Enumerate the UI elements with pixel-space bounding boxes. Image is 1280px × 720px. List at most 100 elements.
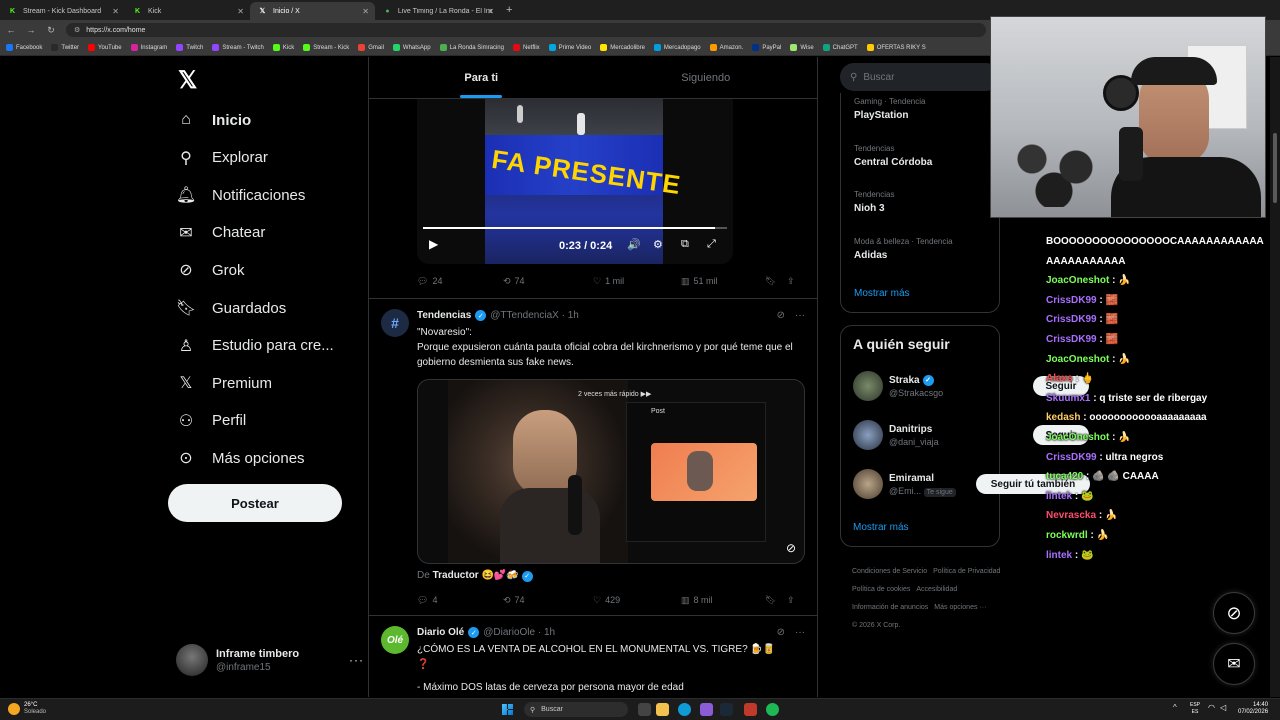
author-handle[interactable]: @DiarioOle · 1h: [483, 627, 555, 638]
bookmark-item[interactable]: Amazon.: [709, 44, 743, 51]
nav-item-inicio[interactable]: ⌂ Inicio: [176, 107, 251, 133]
bookmark-item[interactable]: WhatsApp: [392, 44, 431, 51]
url-input[interactable]: ⚙ https://x.com/home: [66, 23, 986, 37]
avatar[interactable]: #: [381, 309, 409, 337]
bookmark-item[interactable]: PayPal: [752, 44, 781, 51]
nav-item-notificaciones[interactable]: 🔔︎ Notificaciones: [176, 182, 306, 208]
chevron-up-icon[interactable]: ^: [1173, 703, 1177, 712]
author-name[interactable]: Diario Olé: [417, 627, 464, 638]
x-logo-icon[interactable]: 𝕏: [178, 66, 197, 95]
bookmark-item[interactable]: Twitch: [176, 44, 203, 51]
bookmark-item[interactable]: Prime Video: [548, 44, 591, 51]
share-icon[interactable]: ⇪: [787, 276, 795, 287]
footer-link[interactable]: Accesibilidad: [916, 586, 957, 593]
site-info-icon[interactable]: ⚙: [74, 26, 80, 34]
browser-tab[interactable]: K Kick ✕: [125, 2, 250, 20]
views-button[interactable]: ▥ 51 mil: [681, 276, 765, 287]
browser-tab[interactable]: ●Live Timing / La Ronda - El Instituto✕: [375, 2, 500, 20]
bookmark-item[interactable]: Mercadolibre: [600, 44, 645, 51]
spotify-icon[interactable]: [766, 703, 779, 716]
like-button[interactable]: ♡ 429: [593, 595, 681, 606]
chat-username[interactable]: Alaxs: [1046, 373, 1073, 384]
chat-username[interactable]: Skuumx1: [1046, 393, 1090, 404]
chat-username[interactable]: rockwrdl: [1046, 530, 1088, 541]
footer-link[interactable]: Política de cookies: [852, 586, 910, 593]
more-icon[interactable]: ···: [795, 310, 805, 321]
account-switcher[interactable]: Inframe timbero @inframe15 ···: [176, 643, 364, 677]
language-indicator[interactable]: ESP ES: [1190, 702, 1200, 716]
grok-float-button[interactable]: ⊘: [1213, 592, 1255, 634]
more-icon[interactable]: ···: [795, 627, 805, 638]
footer-link[interactable]: Política de Privacidad: [933, 568, 1000, 575]
chat-username[interactable]: CrissDK99: [1046, 452, 1097, 463]
wifi-icon[interactable]: ◠: [1208, 703, 1215, 712]
pip-icon[interactable]: ⧉: [681, 238, 689, 251]
messages-float-button[interactable]: ✉: [1213, 643, 1255, 685]
tab-siguiendo[interactable]: Siguiendo: [594, 57, 818, 98]
edge-icon[interactable]: [678, 703, 691, 716]
nav-item-premium[interactable]: 𝕏 Premium: [176, 370, 272, 396]
scrollbar-thumb[interactable]: [1273, 133, 1277, 203]
repost-button[interactable]: ⟲ 74: [503, 276, 593, 287]
reply-button[interactable]: 💬︎ 4: [417, 595, 503, 606]
nav-item-estudio-para-cre[interactable]: ♙ Estudio para cre...: [176, 333, 334, 359]
close-tab-icon[interactable]: ✕: [237, 7, 244, 16]
back-icon[interactable]: ←: [6, 25, 16, 35]
footer-link[interactable]: Condiciones de Servicio: [852, 568, 927, 575]
taskbar-search[interactable]: ⚲ Buscar: [524, 702, 628, 717]
views-button[interactable]: ▥ 8 mil: [681, 595, 765, 606]
bookmark-item[interactable]: Gmail: [358, 44, 384, 51]
fullscreen-icon[interactable]: ⤢: [707, 238, 716, 251]
new-tab-icon[interactable]: +: [506, 4, 512, 16]
footer-link[interactable]: Más opciones ···: [934, 604, 986, 611]
grok-icon[interactable]: ⊘: [777, 627, 785, 638]
tab-para-ti[interactable]: Para ti: [369, 57, 594, 98]
browser-tab-active[interactable]: 𝕏 Inicio / X ✕: [250, 2, 375, 20]
share-icon[interactable]: ⇪: [787, 595, 795, 606]
volume-icon[interactable]: 🔊: [627, 238, 641, 251]
scrollbar[interactable]: [1270, 57, 1280, 697]
nav-item-perfil[interactable]: ⚇ Perfil: [176, 408, 246, 434]
search-input[interactable]: ⚲ Buscar: [840, 63, 1000, 91]
nav-item-guardados[interactable]: 🔖︎ Guardados: [176, 295, 286, 321]
post-button[interactable]: Postear: [168, 484, 342, 522]
app-icon[interactable]: [700, 703, 713, 716]
like-button[interactable]: ♡ 1 mil: [593, 276, 681, 287]
more-icon[interactable]: ···: [349, 653, 364, 667]
file-explorer-icon[interactable]: [656, 703, 669, 716]
bookmark-item[interactable]: Wise: [790, 44, 814, 51]
chat-username[interactable]: JoacOneshot: [1046, 432, 1109, 443]
follow-suggestion[interactable]: Emiramal @Emi... Te sigue: [853, 469, 956, 499]
grok-icon[interactable]: ⊘: [777, 310, 785, 321]
close-tab-icon[interactable]: ✕: [362, 7, 369, 16]
weather-widget[interactable]: 26°C Soleado: [8, 702, 46, 716]
author-handle[interactable]: @TTendenciaX · 1h: [490, 310, 579, 321]
chat-username[interactable]: CrissDK99: [1046, 314, 1097, 325]
show-more-link[interactable]: Mostrar más: [853, 522, 909, 533]
bookmark-item[interactable]: YouTube: [88, 44, 122, 51]
reply-button[interactable]: 💬︎ 24: [417, 276, 503, 287]
chat-username[interactable]: kedash: [1046, 412, 1080, 423]
task-view-icon[interactable]: [638, 703, 651, 716]
chat-username[interactable]: CrissDK99: [1046, 295, 1097, 306]
nav-item-explorar[interactable]: ⚲ Explorar: [176, 145, 268, 171]
settings-icon[interactable]: ⚙: [653, 238, 663, 251]
bookmark-item[interactable]: Facebook: [6, 44, 42, 51]
tweet-video[interactable]: FA PRESENTE ▶ 0:23 / 0:24 🔊 ⚙ ⧉ ⤢: [417, 99, 733, 264]
trend-item[interactable]: Tendencias Nioh 3: [854, 190, 894, 214]
steam-icon[interactable]: [720, 703, 733, 716]
trend-item[interactable]: Moda & belleza · Tendencia Adidas: [854, 237, 953, 261]
volume-icon[interactable]: ◁: [1220, 703, 1226, 712]
follow-suggestion[interactable]: Straka ✓ @Strakacsgo: [853, 371, 943, 401]
footer-link[interactable]: © 2026 X Corp.: [852, 622, 900, 629]
app-icon[interactable]: [744, 703, 757, 716]
bookmark-item[interactable]: Kick: [272, 44, 294, 51]
chat-username[interactable]: Nevrascka: [1046, 510, 1096, 521]
footer-link[interactable]: Información de anuncios: [852, 604, 928, 611]
start-icon[interactable]: [502, 704, 513, 715]
forward-icon[interactable]: →: [26, 25, 36, 35]
close-tab-icon[interactable]: ✕: [112, 7, 119, 16]
clock[interactable]: 14:40 07/02/2026: [1238, 702, 1268, 716]
chat-username[interactable]: tuca420: [1046, 471, 1083, 482]
bookmark-button[interactable]: 🔖︎: [765, 595, 787, 606]
